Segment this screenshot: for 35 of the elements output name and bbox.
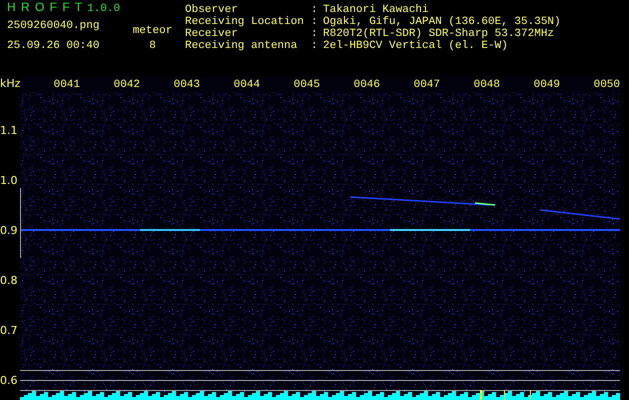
file-name: 2509260040.png xyxy=(7,20,100,32)
time-label: 0048 xyxy=(474,78,500,92)
info-label: Observer xyxy=(185,4,239,16)
time-label: 0044 xyxy=(234,78,260,92)
info-separator: : xyxy=(311,16,319,28)
detection-label: meteor xyxy=(132,25,172,37)
frequency-label: 0.9 xyxy=(0,224,18,236)
time-label: 0049 xyxy=(534,78,560,92)
frequency-label: 0.6 xyxy=(0,374,18,386)
info-label: Receiving Location xyxy=(185,16,305,28)
time-label: 0041 xyxy=(54,78,80,92)
info-value: Takanori Kawachi xyxy=(323,4,429,16)
time-label: 0045 xyxy=(294,78,320,92)
app-title: H R O F F T xyxy=(7,0,82,14)
time-label: 0047 xyxy=(414,78,440,92)
info-label: Receiving antenna xyxy=(185,40,298,52)
info-separator: : xyxy=(311,40,319,52)
info-value: 2el-HB9CV Vertical (el. E-W) xyxy=(323,40,508,52)
app-version: 1.0.0 xyxy=(87,3,120,15)
info-separator: : xyxy=(311,4,319,16)
timestamp: 25.09.26 00:40 xyxy=(7,40,100,52)
frequency-label: 0.7 xyxy=(0,324,18,336)
frequency-unit: kHz xyxy=(0,78,20,92)
info-value: R820T2(RTL-SDR) SDR-Sharp 53.372MHz xyxy=(323,28,554,40)
time-label: 0046 xyxy=(354,78,380,92)
frequency-label: 1.0 xyxy=(0,174,18,186)
time-label: 0043 xyxy=(174,78,200,92)
time-label: 0042 xyxy=(114,78,140,92)
frequency-label: 0.8 xyxy=(0,274,18,286)
info-separator: : xyxy=(311,28,319,40)
frequency-label: 1.1 xyxy=(0,124,18,136)
info-value: Ogaki, Gifu, JAPAN (136.60E, 35.35N) xyxy=(323,16,561,28)
info-label: Receiver xyxy=(185,28,239,40)
time-label: 0050 xyxy=(594,78,620,92)
detection-count: 8 xyxy=(149,40,156,52)
